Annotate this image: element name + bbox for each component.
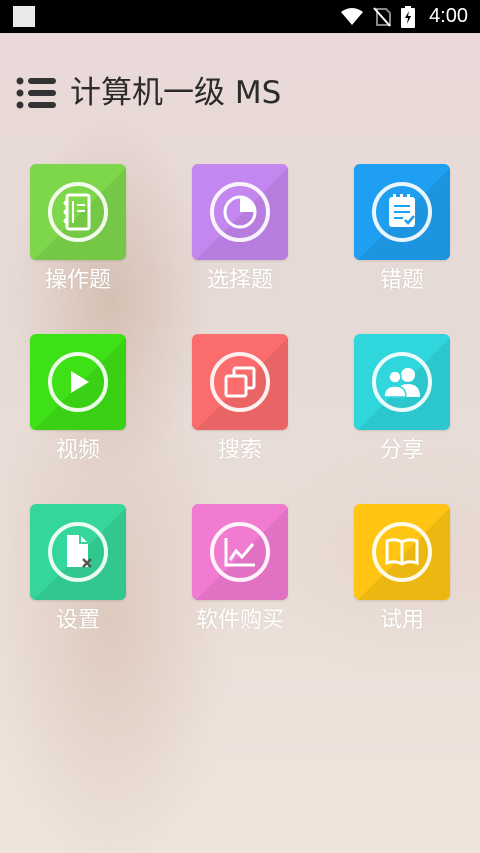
- no-sim-icon: [373, 6, 392, 27]
- book-icon: [385, 538, 419, 566]
- menu-icon[interactable]: [16, 72, 58, 114]
- tile-icon-bg: [354, 334, 450, 430]
- tile-operation[interactable]: 操作题: [0, 164, 160, 314]
- tile-purchase[interactable]: 软件购买: [162, 504, 322, 654]
- battery-charging-icon: [401, 5, 416, 28]
- tile-icon-bg: [192, 334, 288, 430]
- tile-wrong-questions[interactable]: 错题: [324, 164, 480, 314]
- tile-label: 试用: [379, 608, 424, 633]
- tile-label: 软件购买: [195, 608, 284, 633]
- tile-settings[interactable]: 设置: [0, 504, 160, 654]
- tile-icon-bg: [354, 164, 450, 260]
- tile-label: 选择题: [206, 268, 273, 293]
- tile-icon-bg: [192, 504, 288, 600]
- wifi-icon: [341, 7, 364, 26]
- users-icon: [383, 368, 420, 398]
- notification-icon: [13, 6, 35, 27]
- file-remove-icon: [67, 535, 92, 568]
- clipboard-check-icon: [389, 194, 415, 227]
- tile-search[interactable]: 搜索: [162, 334, 322, 484]
- tile-choice[interactable]: 选择题: [162, 164, 322, 314]
- copy-icon: [224, 366, 256, 398]
- tile-icon-bg: [30, 504, 126, 600]
- app-header: 计算机一级 MS: [0, 62, 480, 124]
- tile-video[interactable]: 视频: [0, 334, 160, 484]
- tile-icon-bg: [30, 164, 126, 260]
- tile-icon-bg: [30, 334, 126, 430]
- tile-icon-bg: [192, 164, 288, 260]
- status-time: 4:00: [429, 5, 468, 27]
- line-chart-icon: [224, 538, 255, 567]
- pie-chart-icon: [223, 195, 257, 229]
- tile-label: 视频: [55, 438, 100, 463]
- notebook-icon: [63, 193, 91, 231]
- play-icon: [71, 371, 89, 393]
- tile-label: 设置: [55, 608, 100, 633]
- tile-label: 分享: [379, 438, 424, 463]
- tile-label: 操作题: [44, 268, 111, 293]
- tile-share[interactable]: 分享: [324, 334, 480, 484]
- status-bar: 4:00: [0, 0, 480, 33]
- page-title: 计算机一级 MS: [70, 75, 282, 111]
- tile-icon-bg: [354, 504, 450, 600]
- tile-trial[interactable]: 试用: [324, 504, 480, 654]
- tile-label: 搜索: [217, 438, 262, 463]
- tile-label: 错题: [379, 268, 424, 293]
